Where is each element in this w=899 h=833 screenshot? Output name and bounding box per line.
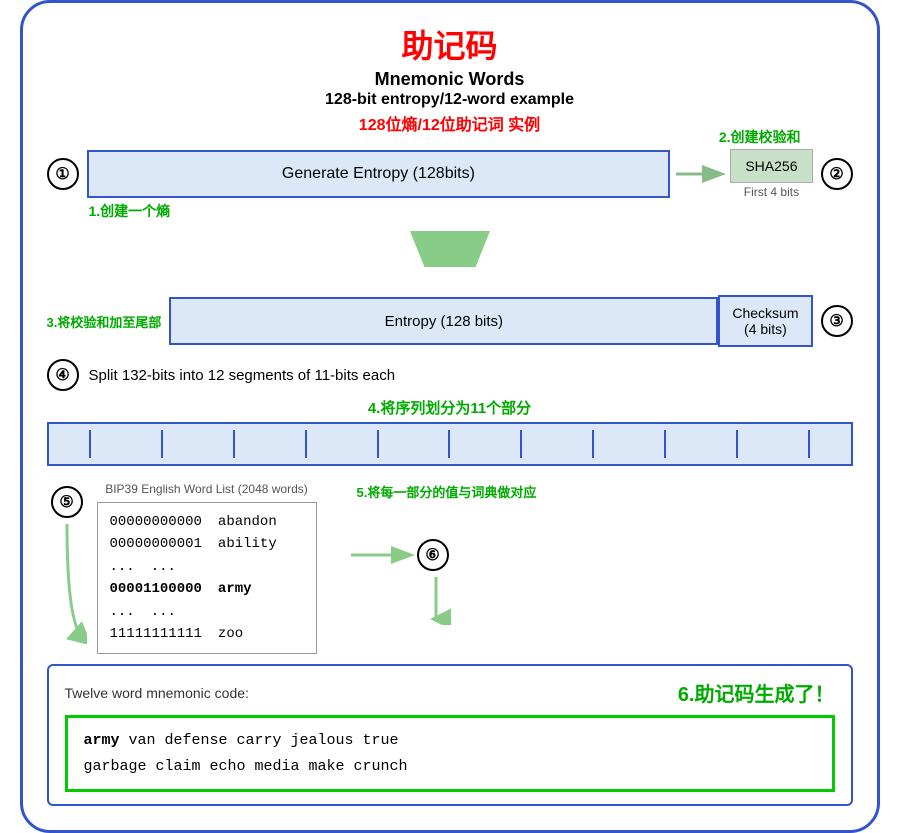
label-4: 4.将序列划分为11个部分 [47,397,853,418]
step5-circle: ⑤ [51,486,83,518]
bip39-row: 00001100000 army [110,578,304,600]
bip39-word: ability [218,533,277,555]
twelve-word-row: Twelve word mnemonic code: 6.助记码生成了！ [65,678,835,707]
bip39-section: ⑤ BIP39 English Word List (2048 words) 0… [47,482,853,654]
title-cn: 助记码 [47,21,853,67]
sha-col: SHA256 First 4 bits [730,149,812,199]
mnemonic-word1: army [84,732,120,749]
first4bits-label: First 4 bits [744,185,799,199]
row-1-2: ① Generate Entropy (128bits) [47,149,853,199]
label-3: 3.将校验和加至尾部 [47,312,162,331]
subtitle-en: 128-bit entropy/12-word example [47,91,853,109]
bip39-row: ...... [110,556,304,578]
twelve-word-label: Twelve word mnemonic code: [65,685,249,701]
arrow-circle6-row: ⑥ [347,539,449,571]
big-arrow-down [47,231,853,267]
bip39-bits: ... [110,556,135,578]
bip39-title: BIP39 English Word List (2048 words) [97,482,317,496]
step2-circle: ② [821,158,853,190]
bip39-bits: ... [110,601,135,623]
step1-circle: ① [47,158,79,190]
checksum-box: Checksum (4 bits) [718,295,812,347]
step6-circle: ⑥ [417,539,449,571]
bip39-word: ... [151,556,176,578]
bip39-bits: 00000000001 [110,533,202,555]
bip39-bits: 00001100000 [110,578,202,600]
bip39-row: 00000000001 ability [110,533,304,555]
bip39-table: 00000000000 abandon 00000000001 ability....… [97,502,317,654]
title-en: Mnemonic Words [47,69,853,90]
label-1: 1.创建一个熵 [89,201,853,221]
bip39-bits: 00000000000 [110,511,202,533]
arrow-to-sha [670,159,730,189]
arrow-curve-left [47,524,87,644]
label-2: 2.创建校验和 [719,127,801,147]
label-6: 6.助记码生成了！ [678,678,835,707]
entropy-box: Generate Entropy (128bits) [87,150,671,198]
row-4: ④ Split 132-bits into 12 segments of 11-… [47,359,853,391]
step4-circle: ④ [47,359,79,391]
bip39-bits: 11111111111 [110,623,202,645]
arrow-to-circle6 [347,540,417,570]
label-5: 5.将每一部分的值与词典做对应 [357,482,537,501]
entropy128-box: Entropy (128 bits) [169,297,718,345]
mnemonic-rest: van defense carry jealous true garbage c… [84,732,408,775]
step5-col: ⑤ [47,486,87,644]
row-3: 3.将校验和加至尾部 Entropy (128 bits) Checksum (… [47,295,853,347]
bip39-row: ...... [110,601,304,623]
bip39-row: 00000000000 abandon [110,511,304,533]
bip39-word: ... [151,601,176,623]
main-container: 助记码 Mnemonic Words 128-bit entropy/12-wo… [20,0,880,833]
segments-bar [47,422,853,466]
sha256-box: SHA256 [730,149,812,183]
bip39-right: 5.将每一部分的值与词典做对应 ⑥ [337,482,853,630]
arrow-down-6 [421,575,451,630]
mnemonic-box: army van defense carry jealous true garb… [65,715,835,792]
bip39-word: zoo [218,623,243,645]
bip39-word: army [218,578,252,600]
bottom-section: Twelve word mnemonic code: 6.助记码生成了！ arm… [47,664,853,806]
bip39-word: abandon [218,511,277,533]
split-text: Split 132-bits into 12 segments of 11-bi… [89,367,396,384]
bip39-table-wrapper: BIP39 English Word List (2048 words) 000… [97,482,317,654]
bip39-rows: 00000000000 abandon 00000000001 ability....… [110,511,304,645]
bip39-row: 11111111111 zoo [110,623,304,645]
step3-circle: ③ [821,305,853,337]
